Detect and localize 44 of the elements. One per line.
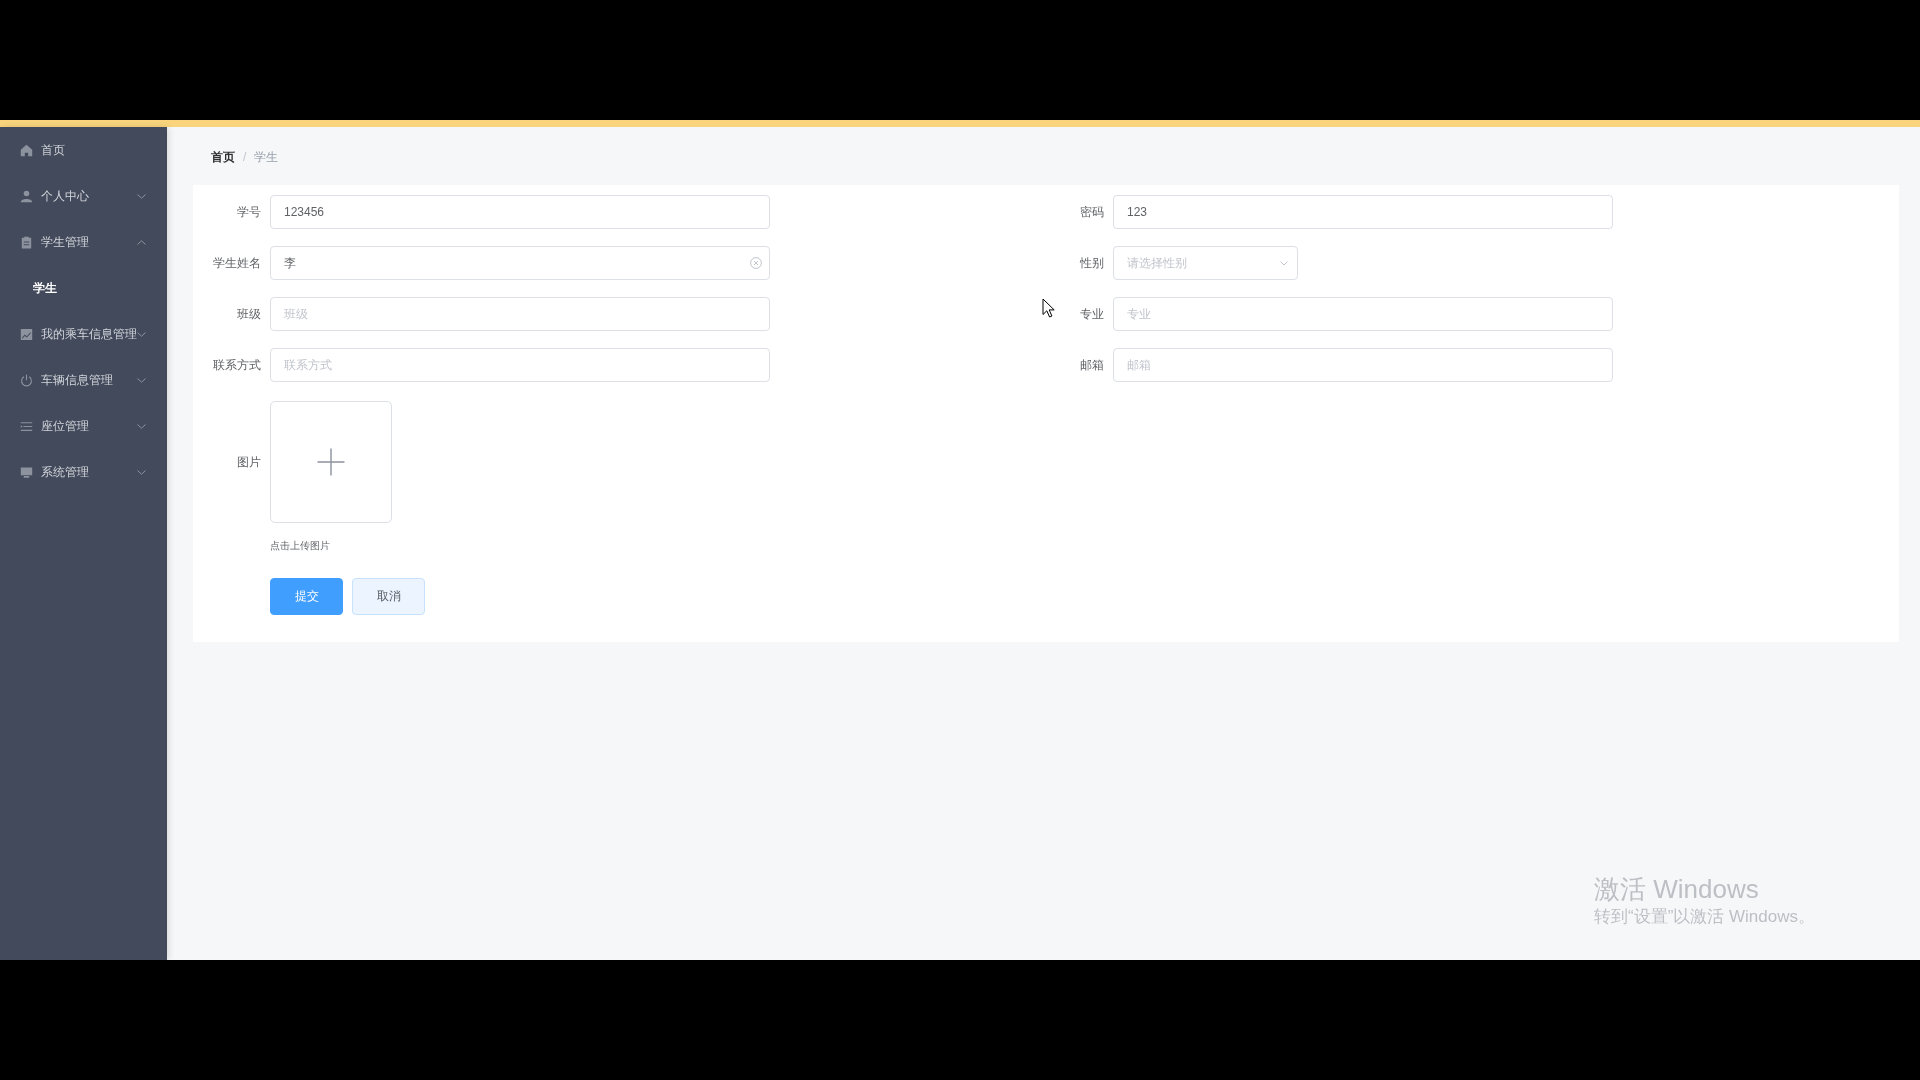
menu-item[interactable]: 座位管理	[0, 403, 167, 449]
breadcrumb-separator: /	[243, 150, 247, 164]
chevron-down-icon	[1280, 261, 1288, 266]
submenu-item[interactable]: 学生	[0, 265, 167, 311]
field-label: 班级	[237, 305, 261, 323]
input-field[interactable]: 李	[270, 246, 770, 280]
input-field[interactable]: 专业	[1113, 297, 1613, 331]
field-label: 图片	[237, 453, 261, 471]
field-label: 邮箱	[1080, 356, 1104, 374]
list-icon	[20, 419, 33, 433]
input-field[interactable]: 123	[1113, 195, 1613, 229]
breadcrumb-link[interactable]: 首页	[211, 148, 235, 166]
monitor-icon	[20, 465, 33, 479]
chart-icon	[20, 327, 33, 341]
cancel-button[interactable]: 取消	[352, 578, 425, 615]
menu-item[interactable]: 我的乘车信息管理	[0, 311, 167, 357]
plus-icon	[317, 448, 345, 476]
menu-item[interactable]: 系统管理	[0, 449, 167, 495]
home-icon	[20, 143, 33, 157]
input-field[interactable]: 联系方式	[270, 348, 770, 382]
clipboard-icon	[20, 235, 33, 249]
mouse-pointer-icon	[1042, 298, 1055, 318]
breadcrumb-current: 学生	[254, 148, 279, 166]
menu-item[interactable]: 车辆信息管理	[0, 357, 167, 403]
select-field[interactable]: 请选择性别	[1113, 246, 1298, 280]
input-field[interactable]: 邮箱	[1113, 348, 1613, 382]
field-label: 密码	[1080, 203, 1104, 221]
field-label: 专业	[1080, 305, 1104, 323]
user-icon	[20, 189, 33, 203]
activation-title: 激活 Windows	[1594, 874, 1760, 904]
power-icon	[20, 373, 33, 387]
menu-item[interactable]: 学生管理	[0, 219, 167, 265]
activation-message: 转到“设置”以激活 Windows。	[1594, 906, 1815, 928]
field-label: 性别	[1080, 254, 1104, 272]
input-field[interactable]: 123456	[270, 195, 770, 229]
menu-item[interactable]: 个人中心	[0, 173, 167, 219]
menu-item[interactable]: 首页	[0, 127, 167, 173]
upload-hint: 点击上传图片	[270, 539, 330, 553]
input-field[interactable]: 班级	[270, 297, 770, 331]
image-upload-box[interactable]	[270, 401, 392, 523]
field-label: 学生姓名	[213, 254, 261, 272]
field-label: 联系方式	[213, 356, 261, 374]
field-label: 学号	[237, 203, 261, 221]
clear-icon[interactable]	[750, 257, 762, 269]
